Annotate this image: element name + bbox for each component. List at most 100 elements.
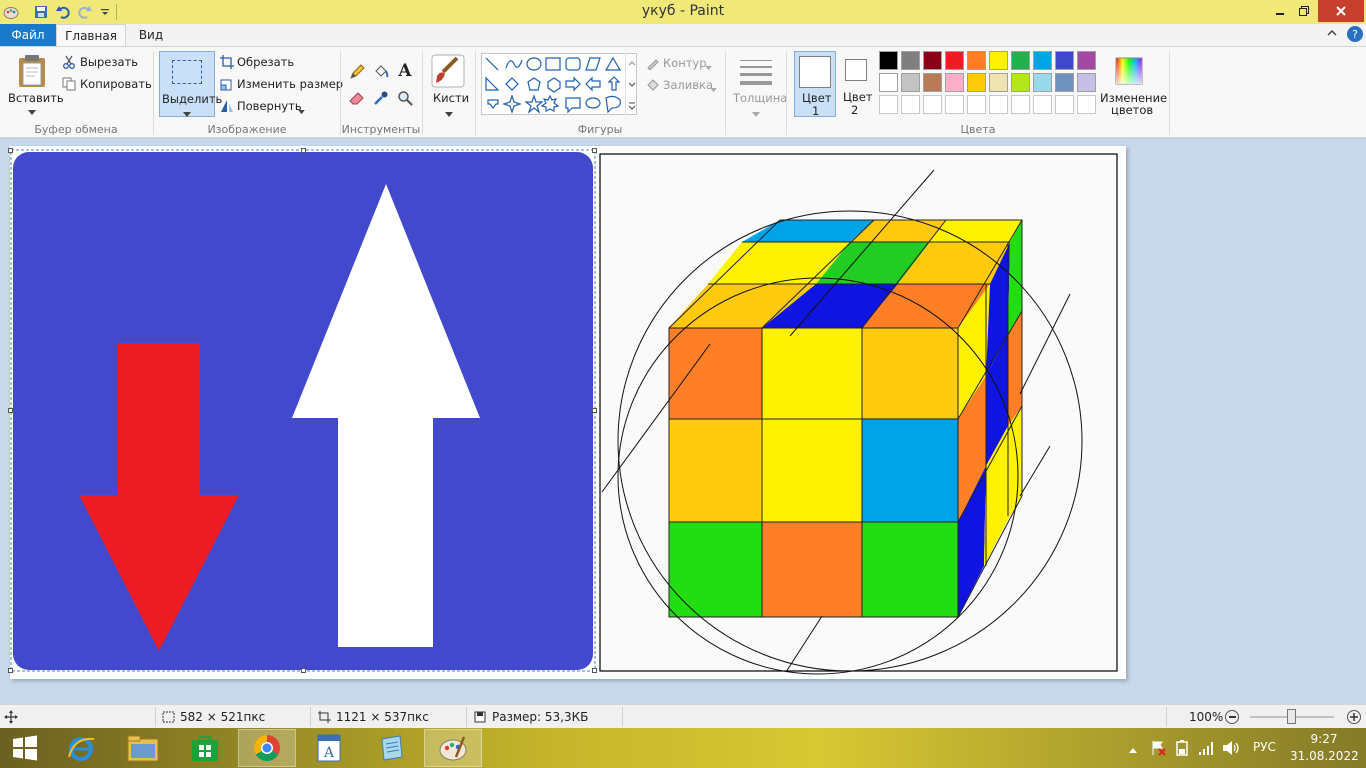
tab-home[interactable]: Главная <box>56 24 126 46</box>
battery-icon[interactable] <box>1176 740 1188 759</box>
color-swatch[interactable] <box>1033 73 1052 92</box>
custom-color-swatch[interactable] <box>879 95 898 114</box>
tab-view[interactable]: Вид <box>128 24 174 46</box>
clipboard-group-label: Буфер обмена <box>34 123 118 136</box>
taskbar-notepad[interactable] <box>362 729 420 767</box>
selection-handle[interactable] <box>592 668 597 673</box>
color-swatch[interactable] <box>1033 51 1052 70</box>
zoom-in-button[interactable] <box>1347 710 1361 724</box>
brushes-dropdown-icon[interactable] <box>445 107 453 121</box>
color-swatch[interactable] <box>901 73 920 92</box>
taskbar-paint[interactable] <box>424 729 482 767</box>
drawing-canvas[interactable] <box>8 146 1126 679</box>
custom-color-swatch[interactable] <box>1077 95 1096 114</box>
selection-handle[interactable] <box>8 668 13 673</box>
fill-button[interactable]: Заливка <box>663 78 713 92</box>
selection-handle[interactable] <box>592 408 597 413</box>
selection-handle[interactable] <box>8 408 13 413</box>
paste-dropdown-icon[interactable] <box>28 105 36 119</box>
color-swatch[interactable] <box>1055 73 1074 92</box>
tab-file[interactable]: Файл <box>0 24 56 46</box>
clock-date[interactable]: 31.08.2022 <box>1290 749 1359 763</box>
volume-icon[interactable] <box>1222 740 1240 759</box>
selection-handle[interactable] <box>301 668 306 673</box>
select-button[interactable]: Выделить <box>159 51 222 117</box>
color-swatch[interactable] <box>989 73 1008 92</box>
color-swatch[interactable] <box>923 51 942 70</box>
select-dropdown-icon <box>183 107 191 121</box>
color-swatch[interactable] <box>1011 73 1030 92</box>
color-picker-icon[interactable] <box>372 89 390 107</box>
color-swatch[interactable] <box>967 73 986 92</box>
brushes-icon[interactable] <box>430 53 466 89</box>
zoom-out-button[interactable] <box>1225 710 1239 724</box>
color-swatch[interactable] <box>1055 51 1074 70</box>
custom-color-swatch[interactable] <box>1011 95 1030 114</box>
close-button[interactable] <box>1318 0 1364 22</box>
outline-dropdown-icon[interactable] <box>705 60 712 74</box>
color-swatch[interactable] <box>923 73 942 92</box>
fill-dropdown-icon[interactable] <box>710 82 717 96</box>
color1-button[interactable]: Цвет 1 <box>794 51 836 118</box>
custom-color-swatch[interactable] <box>989 95 1008 114</box>
outline-button[interactable]: Контур <box>663 56 707 70</box>
custom-color-swatch[interactable] <box>1055 95 1074 114</box>
shapes-scrollbar[interactable] <box>625 53 637 115</box>
crop-button[interactable]: Обрезать <box>237 55 294 69</box>
color-swatch[interactable] <box>967 51 986 70</box>
paste-button[interactable]: Вставить <box>8 91 64 105</box>
fill-bucket-icon[interactable] <box>372 63 390 81</box>
magnifier-icon[interactable] <box>396 89 414 107</box>
taskbar-file-explorer[interactable] <box>114 729 172 767</box>
collapse-ribbon-icon[interactable] <box>1326 27 1340 41</box>
rotate-dropdown-icon[interactable] <box>298 104 305 118</box>
color-swatch[interactable] <box>1077 73 1096 92</box>
edit-colors-icon[interactable] <box>1113 55 1145 87</box>
maximize-button[interactable] <box>1289 0 1319 22</box>
clock-time[interactable]: 9:27 <box>1290 732 1358 746</box>
custom-color-swatch[interactable] <box>967 95 986 114</box>
help-icon[interactable]: ? <box>1347 26 1363 42</box>
color-swatch[interactable] <box>945 51 964 70</box>
color-swatch[interactable] <box>1011 51 1030 70</box>
zoom-slider-thumb[interactable] <box>1287 709 1296 724</box>
color-swatch[interactable] <box>989 51 1008 70</box>
text-tool-icon[interactable]: A <box>396 61 414 81</box>
color-swatch[interactable] <box>879 73 898 92</box>
color-swatch[interactable] <box>901 51 920 70</box>
copy-button[interactable]: Копировать <box>80 77 152 91</box>
size-dropdown-icon[interactable] <box>752 107 760 121</box>
color-swatch[interactable] <box>945 73 964 92</box>
resize-button[interactable]: Изменить размер <box>237 77 343 91</box>
taskbar-store[interactable] <box>176 729 234 767</box>
custom-color-swatch[interactable] <box>945 95 964 114</box>
input-language[interactable]: РУС <box>1253 740 1276 754</box>
taskbar-internet-explorer[interactable] <box>52 729 110 767</box>
size-icon[interactable] <box>738 55 774 89</box>
custom-color-swatch[interactable] <box>901 95 920 114</box>
color-swatch[interactable] <box>1077 51 1096 70</box>
show-hidden-icons[interactable] <box>1128 743 1138 757</box>
rotate-button[interactable]: Повернуть <box>237 99 302 113</box>
cut-button[interactable]: Вырезать <box>80 55 138 69</box>
taskbar-chrome[interactable] <box>238 729 296 767</box>
selection-handle[interactable] <box>592 148 597 153</box>
pencil-icon[interactable] <box>348 63 366 81</box>
custom-color-swatch[interactable] <box>1033 95 1052 114</box>
selection-handle[interactable] <box>8 148 13 153</box>
custom-color-swatch[interactable] <box>923 95 942 114</box>
size-button[interactable]: Толщина <box>733 91 787 105</box>
selection-handle[interactable] <box>301 148 306 153</box>
color-swatch[interactable] <box>879 51 898 70</box>
selection-size-icon <box>162 711 175 726</box>
start-button[interactable] <box>0 729 50 767</box>
eraser-icon[interactable] <box>348 89 366 107</box>
color2-button[interactable]: Цвет 2 <box>838 51 874 117</box>
action-center-icon[interactable] <box>1150 740 1166 759</box>
network-icon[interactable] <box>1198 740 1214 759</box>
brushes-button[interactable]: Кисти <box>433 91 469 105</box>
shapes-gallery[interactable] <box>481 53 637 115</box>
paste-icon[interactable] <box>14 53 50 89</box>
taskbar-wordpad[interactable]: A <box>300 729 358 767</box>
paint-icon <box>439 736 467 761</box>
